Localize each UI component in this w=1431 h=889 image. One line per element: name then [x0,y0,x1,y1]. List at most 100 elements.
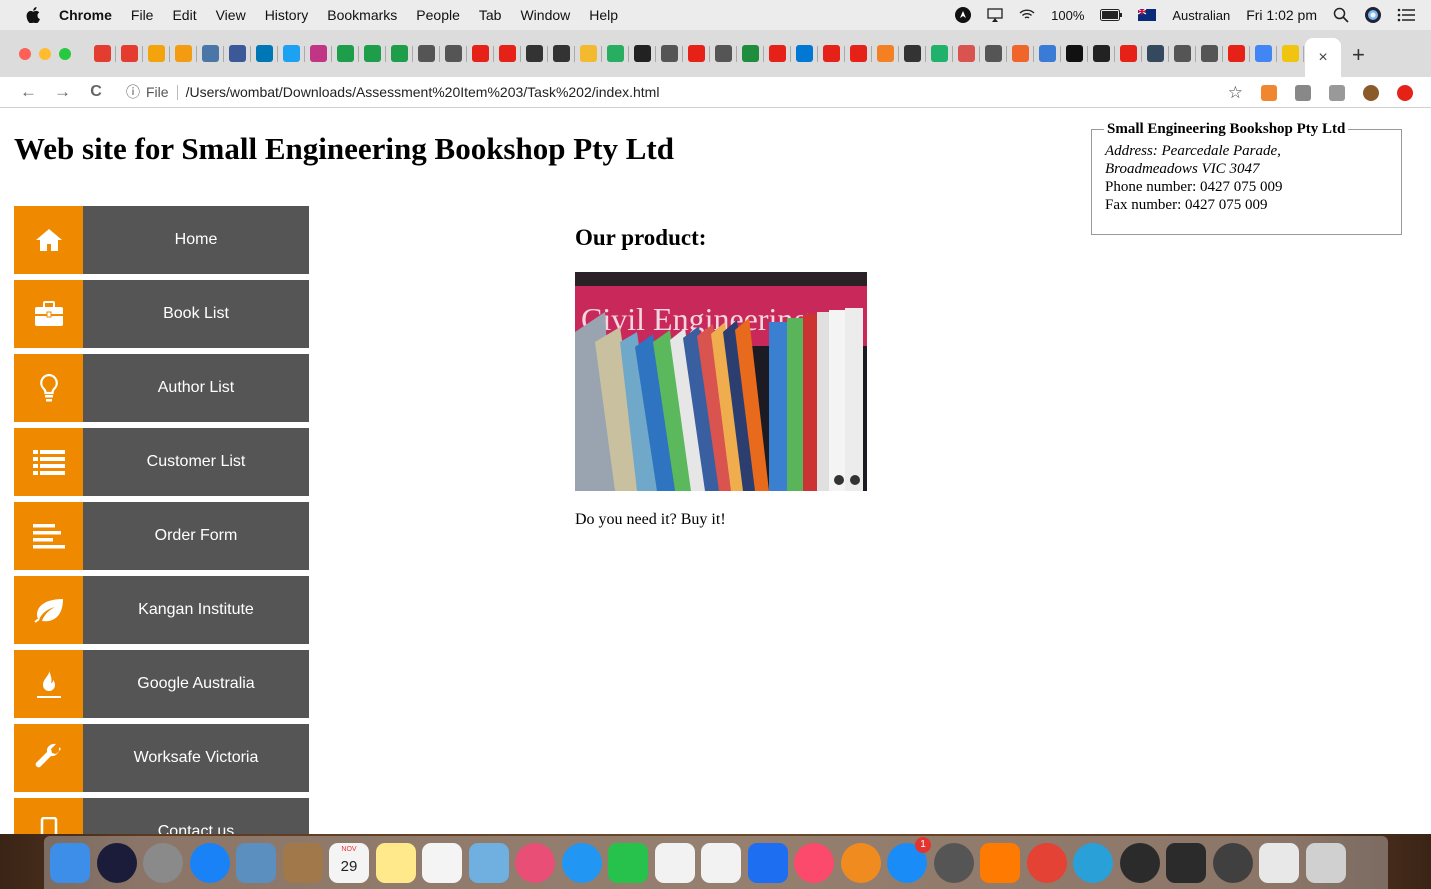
pinned-tab-favicon-icon[interactable] [1065,45,1083,62]
input-source-label[interactable]: Australian [1172,8,1230,23]
airplay-icon[interactable] [987,7,1003,23]
back-button[interactable]: ← [20,82,37,102]
close-tab-icon[interactable]: × [1318,49,1327,67]
pinned-tab-favicon-icon[interactable] [1281,45,1299,62]
notes-icon[interactable] [375,842,416,883]
maps-icon[interactable] [468,842,509,883]
pinned-tab-favicon-icon[interactable] [1254,45,1272,62]
menu-file[interactable]: File [131,7,154,23]
pinned-tab-favicon-icon[interactable] [822,45,840,62]
bookmark-star-icon[interactable]: ☆ [1228,83,1243,103]
nav-item-kangan-institute[interactable]: Kangan Institute [14,576,309,644]
pinned-tab-favicon-icon[interactable] [1011,45,1029,62]
system-preferences-icon[interactable] [933,842,974,883]
new-tab-button[interactable]: + [1352,42,1365,68]
pinned-tab-favicon-icon[interactable] [768,45,786,62]
github-desktop-icon[interactable] [1119,842,1160,883]
menu-window[interactable]: Window [520,7,570,23]
pinned-tab-favicon-icon[interactable] [984,45,1002,62]
notification-center-icon[interactable] [1397,7,1415,23]
siri-icon[interactable] [1365,7,1381,23]
wifi-icon[interactable] [1019,7,1035,23]
keynote-icon[interactable] [747,842,788,883]
pinned-tab-favicon-icon[interactable] [363,45,381,62]
nav-item-worksafe-victoria[interactable]: Worksafe Victoria [14,724,309,792]
battery-icon[interactable] [1100,7,1123,23]
siri-dock-icon[interactable] [96,842,137,883]
pinned-tab-favicon-icon[interactable] [795,45,813,62]
pinned-tab-favicon-icon[interactable] [471,45,489,62]
pinned-tab-favicon-icon[interactable] [1227,45,1245,62]
update-extension-icon[interactable] [1397,84,1413,101]
url-text[interactable]: /Users/wombat/Downloads/Assessment%20Ite… [186,84,660,100]
pinned-tab-favicon-icon[interactable] [147,45,165,62]
pinned-tab-favicon-icon[interactable] [849,45,867,62]
downloads-stack-icon[interactable] [1259,842,1299,883]
trash-icon[interactable] [1305,842,1346,883]
contacts-icon[interactable] [282,842,323,883]
pinned-tab-favicon-icon[interactable] [930,45,948,62]
pinned-tab-favicon-icon[interactable] [336,45,354,62]
pinned-tab-favicon-icon[interactable] [1200,45,1218,62]
menu-edit[interactable]: Edit [172,7,196,23]
pinned-tab-favicon-icon[interactable] [660,45,678,62]
pinned-tab-favicon-icon[interactable] [255,45,273,62]
profile-avatar[interactable] [1363,84,1379,101]
menubar-clock[interactable]: Fri 1:02 pm [1246,7,1317,23]
menu-bookmarks[interactable]: Bookmarks [327,7,397,23]
photos-icon[interactable] [515,842,555,883]
calendar-icon[interactable]: NOV 29 [329,842,369,883]
pinned-tab-favicon-icon[interactable] [174,45,192,62]
active-tab[interactable]: × [1305,38,1341,77]
pinned-tab-favicon-icon[interactable] [93,45,111,62]
pinned-tab-favicon-icon[interactable] [876,45,894,62]
telegram-icon[interactable] [1073,842,1113,883]
pinned-tab-favicon-icon[interactable] [228,45,246,62]
nav-item-customer-list[interactable]: Customer List [14,428,309,496]
facetime-icon[interactable] [608,842,648,883]
pinned-tab-favicon-icon[interactable] [282,45,300,62]
pinned-tab-favicon-icon[interactable] [1146,45,1164,62]
close-window-icon[interactable] [19,47,31,60]
screen-sharing-icon[interactable] [1166,842,1206,883]
preview-icon[interactable] [236,842,276,883]
nav-item-home[interactable]: Home [14,206,309,274]
messages-icon[interactable] [561,842,602,883]
pinned-tab-favicon-icon[interactable] [120,45,138,62]
pinned-tab-favicon-icon[interactable] [525,45,543,62]
chrome-icon[interactable] [1026,842,1067,883]
pinned-tab-favicon-icon[interactable] [957,45,975,62]
pinned-tab-favicon-icon[interactable] [633,45,651,62]
menu-help[interactable]: Help [589,7,618,23]
nav-item-author-list[interactable]: Author List [14,354,309,422]
pinned-tab-favicon-icon[interactable] [714,45,732,62]
pinned-tab-favicon-icon[interactable] [606,45,624,62]
menu-app-name[interactable]: Chrome [59,7,112,23]
metamask-extension-icon[interactable] [1261,84,1277,101]
site-info-icon[interactable]: ⓘ [126,82,140,102]
menu-view[interactable]: View [216,7,246,23]
pinned-tab-favicon-icon[interactable] [444,45,462,62]
books-icon[interactable] [840,842,881,883]
apple-menu-icon[interactable] [26,7,40,23]
pinned-tab-favicon-icon[interactable] [687,45,705,62]
pinned-tab-favicon-icon[interactable] [309,45,327,62]
pinned-tab-favicon-icon[interactable] [1173,45,1191,62]
pinned-tab-favicon-icon[interactable] [201,45,219,62]
finder-icon[interactable] [50,842,90,883]
pinned-tab-favicon-icon[interactable] [741,45,759,62]
spotlight-search-icon[interactable] [1333,7,1349,23]
pinned-tab-favicon-icon[interactable] [417,45,435,62]
safari-icon[interactable] [189,842,230,883]
forward-button[interactable]: → [54,82,71,102]
app-store-icon[interactable]: 1 [887,836,931,883]
id-extension-icon[interactable] [1295,84,1311,101]
australian-flag-icon[interactable] [1138,7,1157,23]
pinned-tab-favicon-icon[interactable] [498,45,516,62]
pages-icon[interactable] [654,842,695,883]
numbers-icon[interactable] [701,842,741,883]
pinned-tab-favicon-icon[interactable] [1092,45,1110,62]
pinned-tab-favicon-icon[interactable] [390,45,408,62]
nav-item-order-form[interactable]: Order Form [14,502,309,570]
pinned-tab-favicon-icon[interactable] [579,45,597,62]
